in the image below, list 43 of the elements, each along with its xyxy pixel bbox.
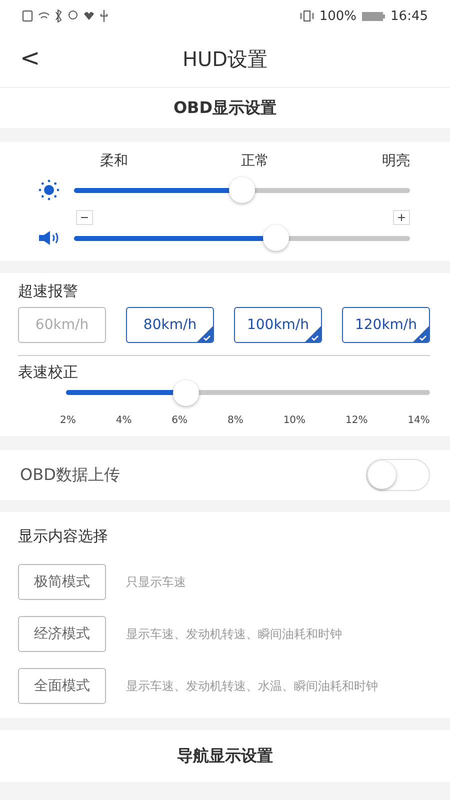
bluetooth-icon: [55, 9, 63, 23]
brightness-label: 正常: [241, 152, 269, 170]
tick-label: 14%: [408, 415, 430, 426]
speaker-icon: [38, 230, 60, 246]
battery-percent: 100%: [319, 8, 357, 24]
usb-icon: [100, 9, 108, 23]
speed-option[interactable]: 80km/h: [126, 307, 214, 343]
section-title: 导航显示设置: [177, 746, 273, 766]
battery-icon: [362, 10, 386, 22]
speed-option[interactable]: 120km/h: [342, 307, 430, 343]
back-button[interactable]: <: [14, 44, 46, 72]
section-label: 显示内容选择: [18, 527, 108, 545]
section-title: OBD显示设置: [173, 98, 277, 118]
volume-down-button[interactable]: −: [76, 210, 93, 225]
toggle-switch[interactable]: [366, 459, 430, 491]
mode-description: 只显示车速: [126, 574, 186, 590]
vibrate-icon: [300, 10, 314, 22]
tick-label: 8%: [227, 415, 244, 426]
sun-icon: [38, 179, 60, 201]
slider-thumb[interactable]: [173, 380, 200, 406]
mode-description: 显示车速、发动机转速、瞬间油耗和时钟: [126, 626, 342, 642]
page-title: HUD设置: [182, 46, 268, 73]
clock: 16:45: [390, 8, 428, 24]
tick-label: 2%: [60, 415, 76, 426]
mode-description: 显示车速、发动机转速、水温、瞬间油耗和时钟: [126, 678, 378, 694]
tick-label: 12%: [346, 415, 368, 426]
tick-label: 10%: [283, 415, 306, 426]
mode-button[interactable]: 经济模式: [18, 616, 106, 652]
section-label: 超速报警: [18, 282, 78, 300]
setting-label: OBD数据上传: [20, 464, 120, 486]
section-label: 表速校正: [18, 363, 78, 381]
mode-button[interactable]: 全面模式: [18, 668, 106, 704]
mode-button[interactable]: 极简模式: [18, 564, 106, 600]
slider-thumb[interactable]: [262, 225, 289, 251]
brightness-label: 柔和: [100, 152, 128, 170]
slider-thumb[interactable]: [229, 177, 255, 203]
check-icon: [197, 326, 213, 342]
sim-card-icon: [22, 9, 33, 23]
tick-label: 6%: [172, 415, 188, 426]
speed-option[interactable]: 100km/h: [234, 307, 322, 343]
tick-label: 4%: [116, 415, 132, 426]
volume-up-button[interactable]: +: [393, 210, 410, 225]
brightness-label: 明亮: [382, 152, 410, 170]
